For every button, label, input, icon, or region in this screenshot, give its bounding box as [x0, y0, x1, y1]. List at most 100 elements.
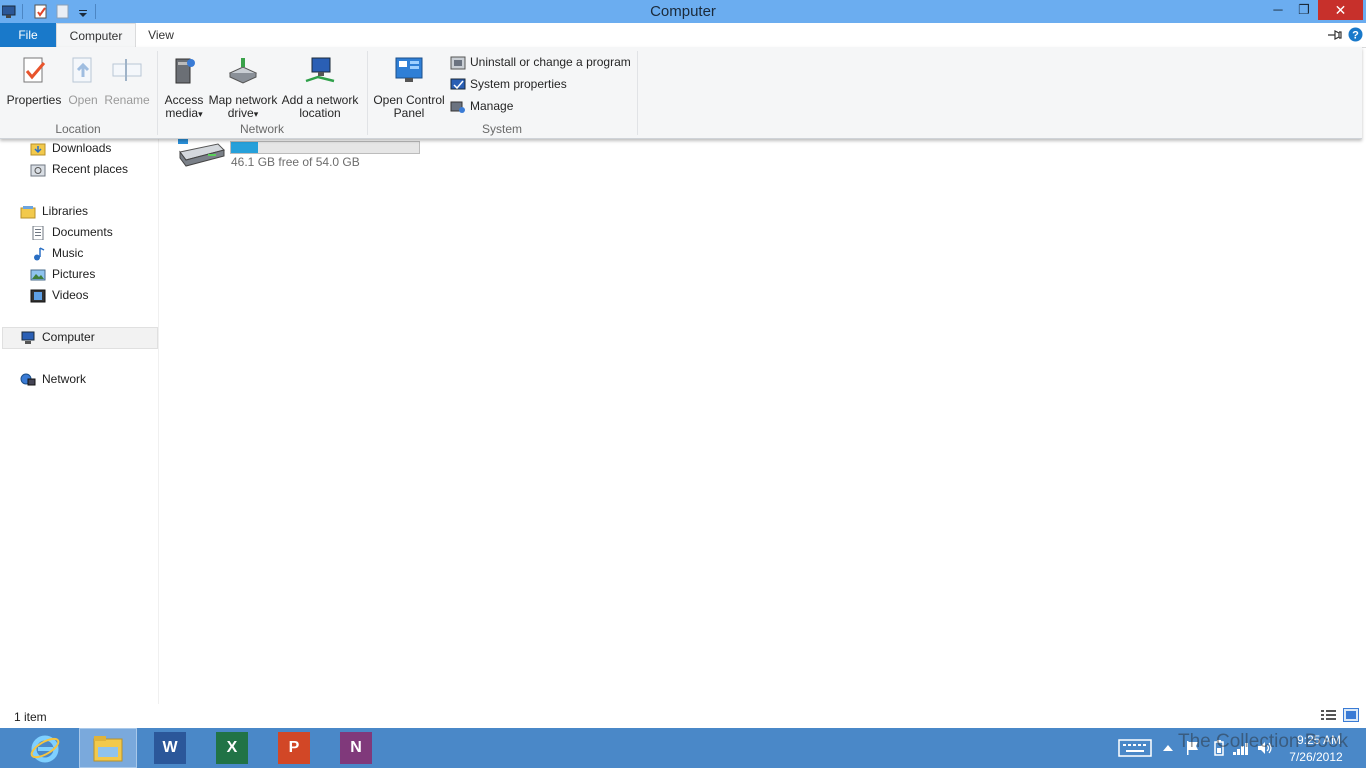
drive-usage-bar	[230, 141, 420, 154]
tab-view[interactable]: View	[140, 23, 182, 47]
group-separator	[637, 51, 638, 135]
computer-icon	[21, 331, 35, 344]
manage-button[interactable]: Manage	[450, 97, 513, 115]
documents-icon	[32, 225, 44, 240]
recent-places-icon	[30, 164, 46, 177]
map-network-drive-icon	[228, 58, 258, 84]
dropdown-arrow-icon: ▾	[198, 109, 203, 119]
restore-button[interactable]: ❐	[1290, 0, 1318, 20]
nav-label: Network	[42, 372, 87, 386]
file-explorer-icon	[93, 736, 123, 762]
pin-ribbon-icon[interactable]	[1326, 28, 1342, 42]
nav-label: Videos	[52, 288, 89, 302]
access-media-label-2: media	[165, 106, 199, 120]
status-bar	[0, 706, 1366, 728]
nav-item-computer[interactable]: Computer	[20, 327, 95, 347]
access-media-button[interactable]: Access media▾	[162, 55, 206, 121]
videos-icon	[30, 289, 46, 303]
properties-icon	[23, 57, 46, 83]
powerpoint-icon: P	[278, 732, 310, 764]
access-media-icon	[175, 58, 195, 84]
nav-label: Pictures	[52, 267, 96, 281]
nav-item-pictures[interactable]: Pictures	[30, 264, 95, 284]
file-explorer-button[interactable]	[79, 728, 137, 768]
show-hidden-icons-icon[interactable]	[1162, 743, 1174, 753]
minimize-button[interactable]: ─	[1264, 0, 1292, 20]
nav-label: Downloads	[52, 141, 112, 155]
rename-label: Rename	[104, 93, 150, 107]
internet-explorer-button[interactable]	[16, 728, 74, 768]
properties-label: Properties	[6, 93, 62, 107]
taskbar: W X P N	[0, 728, 1366, 768]
help-icon[interactable]: ?	[1348, 27, 1363, 42]
word-icon: W	[154, 732, 186, 764]
item-count: 1 item	[14, 710, 47, 724]
pictures-icon	[30, 269, 46, 281]
svg-text:?: ?	[1352, 30, 1359, 42]
title-bar: Computer ─ ❐ ✕	[0, 0, 1366, 23]
tab-file[interactable]: File	[0, 23, 56, 47]
manage-icon	[450, 101, 465, 113]
word-button[interactable]: W	[141, 728, 199, 768]
uninstall-icon	[450, 56, 466, 70]
ribbon-tabs: File Computer View ?	[0, 23, 1366, 48]
nav-label: Libraries	[42, 204, 89, 218]
nav-label: Recent places	[52, 162, 129, 176]
tab-computer[interactable]: Computer	[56, 23, 136, 48]
large-icons-view-icon[interactable]	[1343, 708, 1359, 722]
manage-label: Manage	[470, 99, 514, 113]
system-properties-icon	[450, 78, 466, 90]
music-icon	[34, 247, 45, 261]
powerpoint-button[interactable]: P	[265, 728, 323, 768]
nav-label: Documents	[52, 225, 113, 239]
open-label: Open	[68, 93, 98, 107]
touch-keyboard-icon[interactable]	[1118, 738, 1152, 758]
drive-free-space-text: 46.1 GB free of 54.0 GB	[231, 155, 360, 169]
add-network-location-button[interactable]: Add a network location	[280, 55, 360, 120]
open-control-panel-button[interactable]: Open Control Panel	[372, 55, 446, 120]
add-network-location-icon	[305, 57, 335, 83]
location-group-label: Location	[55, 122, 101, 136]
dropdown-arrow-icon: ▾	[253, 109, 259, 119]
network-group-label: Network	[239, 122, 284, 136]
system-group-label: System	[481, 122, 522, 136]
excel-button[interactable]: X	[203, 728, 261, 768]
close-button[interactable]: ✕	[1318, 0, 1363, 20]
uninstall-label: Uninstall or change a program	[470, 55, 631, 69]
system-properties-button[interactable]: System properties	[450, 75, 567, 93]
nav-item-videos[interactable]: Videos	[30, 285, 88, 305]
map-network-drive-button[interactable]: Map network drive▾	[206, 55, 280, 121]
onenote-button[interactable]: N	[327, 728, 385, 768]
network-icon	[20, 373, 36, 386]
map-network-drive-label-2: drive	[227, 106, 254, 120]
onenote-icon: N	[340, 732, 372, 764]
open-control-panel-label-2: Panel	[393, 106, 425, 120]
open-icon	[72, 57, 92, 83]
rename-icon	[112, 59, 142, 81]
control-panel-icon	[395, 57, 423, 82]
libraries-icon	[20, 205, 36, 219]
nav-label: Computer	[42, 330, 95, 344]
nav-item-music[interactable]: Music	[30, 243, 83, 263]
uninstall-program-button[interactable]: Uninstall or change a program	[450, 53, 631, 71]
open-button[interactable]: Open	[64, 55, 102, 107]
properties-button[interactable]: Properties	[6, 55, 62, 107]
window-title: Computer	[650, 3, 716, 20]
nav-item-libraries[interactable]: Libraries	[20, 201, 88, 221]
excel-icon: X	[216, 732, 248, 764]
nav-item-downloads[interactable]: Downloads	[30, 138, 111, 158]
system-properties-label: System properties	[470, 77, 567, 91]
nav-item-documents[interactable]: Documents	[30, 222, 113, 242]
downloads-folder-icon	[30, 143, 46, 156]
hard-drive-icon[interactable]	[178, 138, 226, 168]
navigation-pane: Downloads Recent places Libraries Docume…	[0, 138, 159, 704]
nav-label: Music	[52, 246, 84, 260]
internet-explorer-icon	[30, 735, 60, 763]
rename-button[interactable]: Rename	[104, 55, 150, 107]
details-view-icon[interactable]	[1321, 709, 1336, 722]
nav-item-recent-places[interactable]: Recent places	[30, 159, 128, 179]
watermark-text: The Collection Book	[1178, 731, 1349, 752]
add-network-location-label-2: location	[299, 106, 341, 120]
nav-item-network[interactable]: Network	[20, 369, 86, 389]
ribbon: Properties Open Rename Location Access m…	[0, 47, 1362, 139]
